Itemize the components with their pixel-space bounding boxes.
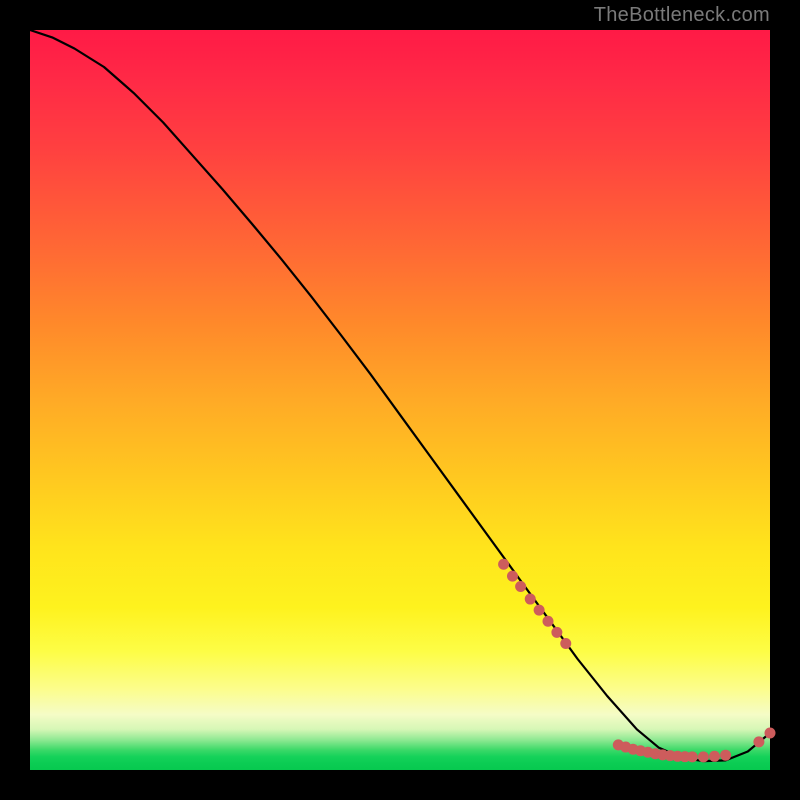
marker-dot: [560, 638, 571, 649]
bottleneck-curve: [30, 30, 770, 761]
marker-dot: [551, 627, 562, 638]
marker-dot: [525, 594, 536, 605]
chart-svg: [30, 30, 770, 770]
marker-dots-group: [498, 559, 775, 763]
marker-dot: [515, 581, 526, 592]
chart-frame: TheBottleneck.com: [0, 0, 800, 800]
marker-dot: [753, 736, 764, 747]
marker-dot: [498, 559, 509, 570]
marker-dot: [709, 751, 720, 762]
marker-dot: [543, 616, 554, 627]
plot-area: [30, 30, 770, 770]
marker-dot: [720, 750, 731, 761]
marker-dot: [534, 605, 545, 616]
watermark-text: TheBottleneck.com: [594, 4, 770, 27]
marker-dot: [698, 751, 709, 762]
marker-dot: [765, 728, 776, 739]
marker-dot: [687, 751, 698, 762]
marker-dot: [507, 571, 518, 582]
